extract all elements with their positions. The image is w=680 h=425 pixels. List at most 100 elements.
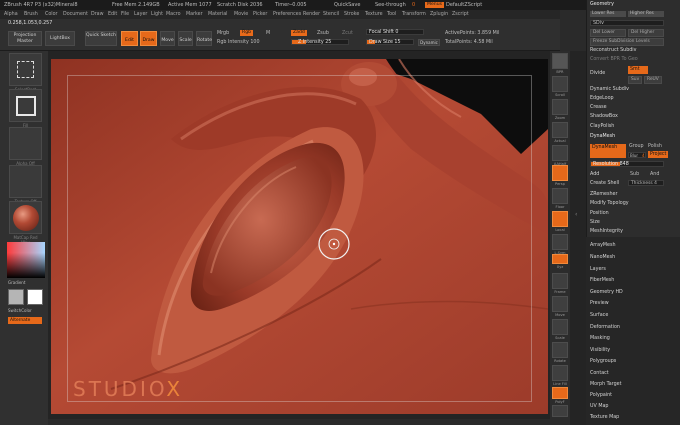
blur-slider[interactable]: Blur 4 (628, 152, 646, 158)
reuv-toggle[interactable]: ReUV (644, 76, 662, 84)
dynamic-subdiv-button[interactable]: Dynamic Subdiv (590, 87, 629, 92)
menu-stroke[interactable]: Stroke (344, 12, 359, 17)
dynamesh-button[interactable]: DynaMesh (590, 144, 626, 158)
subpalette-morph-target[interactable]: Morph Target (590, 382, 622, 387)
meshintegrity-button[interactable]: MeshIntegrity (590, 229, 623, 234)
menu-transform[interactable]: Transform (402, 12, 426, 17)
menu-alpha[interactable]: Alpha (4, 12, 18, 17)
subpalette-surface[interactable]: Surface (590, 313, 608, 318)
local-button[interactable] (552, 211, 568, 227)
menu-material[interactable]: Material (208, 12, 228, 17)
menu-draw[interactable]: Draw (91, 12, 104, 17)
divide-button[interactable]: Divide (590, 71, 605, 76)
sub-button[interactable]: Sub (630, 172, 639, 177)
fill-stroke[interactable] (9, 89, 42, 122)
z-intensity-slider[interactable]: Z Intensity 25 (291, 39, 349, 45)
switch-color-button[interactable]: SwitchColor (8, 308, 46, 313)
move-view-button[interactable] (552, 296, 568, 312)
freeze-subdivision-button[interactable]: Freeze SubDivision Levels (590, 38, 664, 46)
draw-size-slider[interactable]: Draw Size 15 (366, 39, 414, 45)
dynamesh-header[interactable]: DynaMesh (590, 134, 615, 139)
subpalette-preview[interactable]: Preview (590, 301, 609, 306)
menu-texture[interactable]: Texture (365, 12, 383, 17)
see-through-label[interactable]: See-through (375, 2, 406, 8)
menu-zplugin[interactable]: Zplugin (430, 12, 448, 17)
draw-button[interactable]: Draw (140, 31, 157, 46)
menu-document[interactable]: Document (63, 12, 88, 17)
and-button[interactable]: And (650, 172, 659, 177)
zsub-button[interactable]: Zsub (317, 31, 329, 36)
subpalette-nanomesh[interactable]: NanoMesh (590, 255, 615, 260)
create-shell-button[interactable]: Create Shell (590, 181, 619, 186)
menu-preferences[interactable]: Preferences (273, 12, 301, 17)
menu-layer[interactable]: Layer (134, 12, 147, 17)
menu-light[interactable]: Light (151, 12, 163, 17)
frame-button[interactable] (552, 273, 568, 289)
zoom-button[interactable] (552, 99, 568, 115)
transp-button[interactable] (552, 405, 568, 417)
subpalette-geometry-hd[interactable]: Geometry HD (590, 290, 623, 295)
move-button[interactable]: Move (160, 31, 175, 46)
alpha-slot[interactable] (9, 127, 42, 160)
gradient-label[interactable]: Gradient (8, 280, 41, 285)
zcut-button[interactable]: Zcut (342, 31, 353, 36)
subpalette-arraymesh[interactable]: ArrayMesh (590, 243, 616, 248)
menu-marker[interactable]: Marker (186, 12, 203, 17)
polish-toggle[interactable]: Polish (648, 144, 662, 149)
lightbox-button[interactable]: LightBox (45, 31, 75, 46)
secondary-color-swatch[interactable] (27, 289, 43, 305)
subpalette-visibility[interactable]: Visibility (590, 348, 610, 353)
menu-color[interactable]: Color (45, 12, 58, 17)
group-toggle[interactable]: Group (629, 144, 644, 149)
convert-bpr-button[interactable]: Convert BPR To Geo (590, 57, 638, 62)
menu-zscript[interactable]: Zscript (452, 12, 469, 17)
scale-view-button[interactable] (552, 319, 568, 335)
material-slot[interactable] (9, 201, 42, 234)
thickness-slider[interactable]: Thickness 4 (628, 180, 664, 186)
line-fill-button[interactable] (552, 365, 568, 381)
add-button[interactable]: Add (590, 172, 599, 177)
rotate-button[interactable]: Rotate (196, 31, 212, 46)
claypolish-button[interactable]: ClayPolish (590, 124, 614, 129)
persp-button[interactable] (552, 165, 568, 181)
quicksave-button[interactable]: QuickSave (334, 2, 360, 8)
menu-movie[interactable]: Movie (234, 12, 248, 17)
subpalette-polygroups[interactable]: Polygroups (590, 359, 616, 364)
crease-button[interactable]: Crease (590, 105, 607, 110)
subpalette-fibermesh[interactable]: FiberMesh (590, 278, 614, 283)
menu-edit[interactable]: Edit (108, 12, 117, 17)
alternate-button[interactable]: Alternate (8, 317, 42, 324)
polyf-button[interactable] (552, 387, 568, 399)
subpalette-polypaint[interactable]: Polypaint (590, 393, 612, 398)
select-rect-brush[interactable] (9, 53, 42, 86)
texture-slot[interactable] (9, 165, 42, 198)
geometry-header[interactable]: Geometry (590, 2, 614, 7)
reconstruct-subdiv-button[interactable]: Reconstruct Subdiv (590, 48, 636, 53)
focal-shift-slider[interactable]: Focal Shift 0 (366, 29, 424, 35)
rgb-button[interactable]: Rgb (240, 30, 254, 36)
floor-button[interactable] (552, 188, 568, 204)
subpalette-masking[interactable]: Masking (590, 336, 610, 341)
resolution-slider[interactable]: Resolution 848 (590, 161, 664, 167)
menu-file[interactable]: File (121, 12, 129, 17)
scroll-button[interactable] (552, 76, 568, 92)
quick-sketch-button[interactable]: Quick Sketch (85, 31, 117, 46)
rotate-view-button[interactable] (552, 342, 568, 358)
bpr-button[interactable] (552, 53, 568, 69)
xyz-button[interactable] (552, 254, 568, 264)
edgeloop-button[interactable]: EdgeLoop (590, 96, 614, 101)
suv-toggle[interactable]: Suv (628, 76, 642, 84)
shadowbox-button[interactable]: ShadowBox (590, 114, 618, 119)
subpalette-deformation[interactable]: Deformation (590, 325, 620, 330)
dynamic-button[interactable]: Dynamic (418, 39, 440, 46)
menu-macro[interactable]: Macro (166, 12, 181, 17)
rgb-intensity-slider[interactable]: Rgb Intensity 100 (217, 40, 260, 45)
del-higher-button[interactable]: Del Higher (628, 29, 664, 37)
higher-res-button[interactable]: Higher Res (628, 11, 664, 17)
lsym-button[interactable] (552, 234, 568, 250)
m-button[interactable]: M (266, 31, 270, 36)
lower-res-button[interactable]: Lower Res (590, 11, 626, 17)
sdiv-slider[interactable]: SDiv (590, 20, 664, 26)
subpalette-contact[interactable]: Contact (590, 371, 609, 376)
main-color-swatch[interactable] (8, 289, 24, 305)
